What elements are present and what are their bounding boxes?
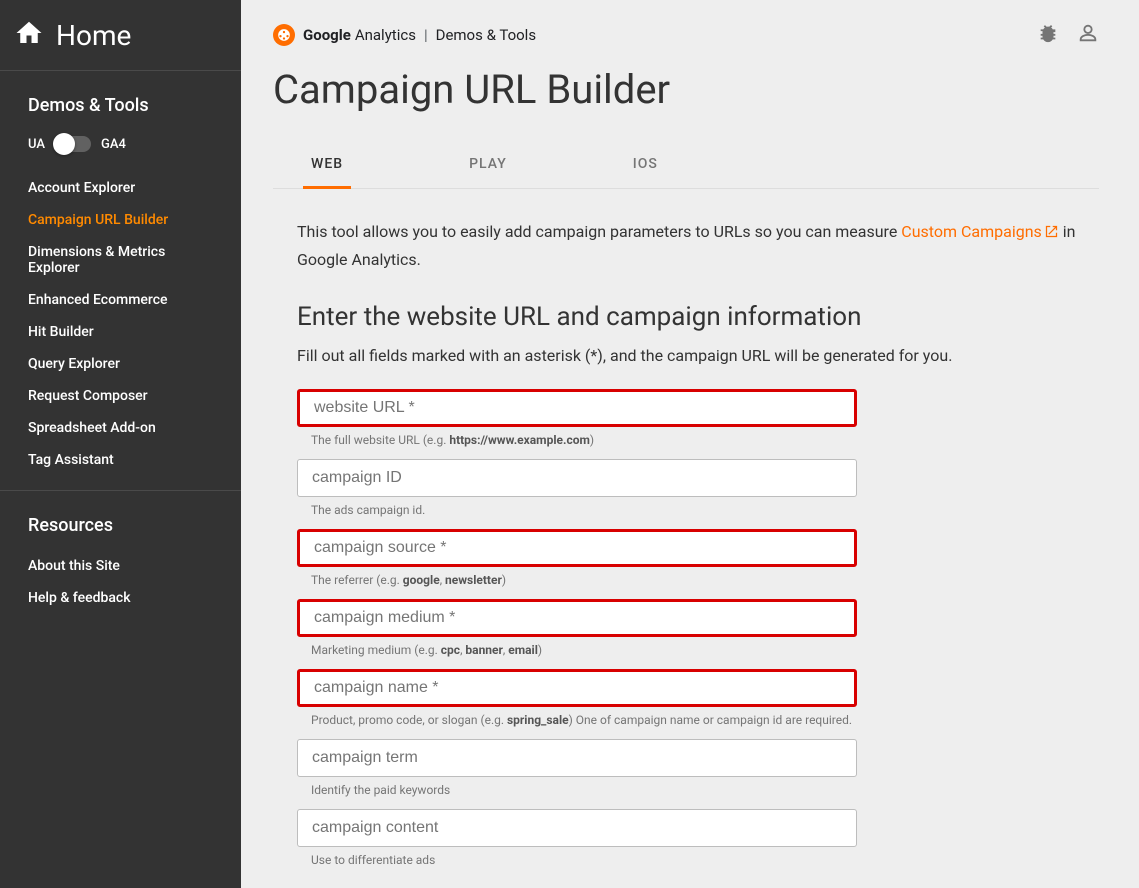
campaign-content-input[interactable] [297,809,857,847]
campaign-id-input[interactable] [297,459,857,497]
campaign-name-input[interactable] [297,669,857,707]
page-title: Campaign URL Builder [273,66,1099,113]
tab-play[interactable]: PLAY [461,142,515,189]
field-campaign-name: Product, promo code, or slogan (e.g. spr… [297,669,1099,727]
campaign-name-hint: Product, promo code, or slogan (e.g. spr… [311,713,1099,727]
resources-nav: About this Site Help & feedback [0,550,241,614]
home-link[interactable]: Home [0,0,241,70]
tabs: WEB PLAY IOS [273,141,1099,189]
toggle-label-ua: UA [28,137,45,152]
brand-text: Google Analytics | Demos & Tools [303,26,536,44]
campaign-medium-input[interactable] [297,599,857,637]
sidebar-item-about[interactable]: About this Site [0,550,241,582]
main: Google Analytics | Demos & Tools Campaig… [241,0,1139,888]
campaign-term-input[interactable] [297,739,857,777]
brand-analytics: Analytics [355,26,416,44]
section-sub: Fill out all fields marked with an aster… [297,346,1099,365]
brand[interactable]: Google Analytics | Demos & Tools [273,24,536,46]
campaign-source-hint: The referrer (e.g. google, newsletter) [311,573,1099,587]
field-campaign-source: The referrer (e.g. google, newsletter) [297,529,1099,587]
topbar-icons [1037,22,1099,48]
sidebar: Home Demos & Tools UA GA4 Account Explor… [0,0,241,888]
intro-text: This tool allows you to easily add campa… [297,219,1099,272]
toggle-knob [53,133,75,155]
sidebar-item-account-explorer[interactable]: Account Explorer [0,172,241,204]
version-toggle-row: UA GA4 [0,130,241,172]
version-toggle[interactable] [55,136,91,152]
intro-prefix: This tool allows you to easily add campa… [297,222,901,241]
external-link-icon [1044,221,1059,247]
sidebar-item-hit-builder[interactable]: Hit Builder [0,316,241,348]
custom-campaigns-link[interactable]: Custom Campaigns [901,222,1059,241]
section-heading: Enter the website URL and campaign infor… [297,302,1099,332]
sidebar-item-spreadsheet-addon[interactable]: Spreadsheet Add-on [0,412,241,444]
campaign-medium-hint: Marketing medium (e.g. cpc, banner, emai… [311,643,1099,657]
sidebar-item-dimensions-metrics[interactable]: Dimensions & Metrics Explorer [0,236,241,284]
sidebar-item-campaign-url-builder[interactable]: Campaign URL Builder [0,204,241,236]
field-campaign-id: The ads campaign id. [297,459,1099,517]
sidebar-item-query-explorer[interactable]: Query Explorer [0,348,241,380]
campaign-id-hint: The ads campaign id. [311,503,1099,517]
tab-web[interactable]: WEB [303,142,351,189]
topbar: Google Analytics | Demos & Tools [241,0,1139,58]
home-icon [14,18,44,52]
sidebar-section-title: Demos & Tools [0,71,241,130]
brand-sub: Demos & Tools [436,26,536,44]
campaign-source-input[interactable] [297,529,857,567]
field-campaign-content: Use to differentiate ads [297,809,1099,867]
sidebar-item-tag-assistant[interactable]: Tag Assistant [0,444,241,476]
home-label: Home [56,19,131,52]
bug-report-icon[interactable] [1037,22,1059,48]
sidebar-item-enhanced-ecommerce[interactable]: Enhanced Ecommerce [0,284,241,316]
brand-sep: | [424,26,428,44]
sidebar-item-help[interactable]: Help & feedback [0,582,241,614]
resources-title: Resources [0,491,241,550]
campaign-content-hint: Use to differentiate ads [311,853,1099,867]
website-url-input[interactable] [297,389,857,427]
field-campaign-medium: Marketing medium (e.g. cpc, banner, emai… [297,599,1099,657]
toggle-label-ga4: GA4 [101,137,126,152]
sidebar-item-request-composer[interactable]: Request Composer [0,380,241,412]
form: The full website URL (e.g. https://www.e… [297,389,1099,867]
brand-icon [273,24,295,46]
person-icon[interactable] [1077,22,1099,48]
sidebar-nav: Account Explorer Campaign URL Builder Di… [0,172,241,476]
field-website-url: The full website URL (e.g. https://www.e… [297,389,1099,447]
website-url-hint: The full website URL (e.g. https://www.e… [311,433,1099,447]
tab-ios[interactable]: IOS [625,142,666,189]
field-campaign-term: Identify the paid keywords [297,739,1099,797]
content: Campaign URL Builder WEB PLAY IOS This t… [241,58,1139,888]
brand-google: Google [303,26,351,44]
campaign-term-hint: Identify the paid keywords [311,783,1099,797]
